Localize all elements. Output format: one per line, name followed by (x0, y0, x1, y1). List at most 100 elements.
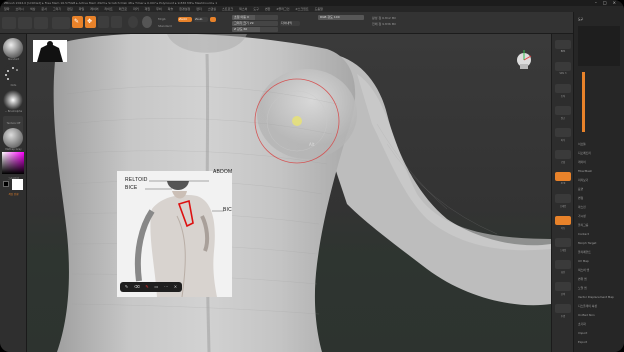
menu-item[interactable]: 색상 (30, 7, 36, 11)
menu-item[interactable]: 렌더 (196, 7, 202, 11)
palette-item[interactable]: 변위 맵 (578, 277, 587, 281)
mrgb-label[interactable]: Mrgb (158, 17, 166, 21)
shelf-button[interactable] (555, 282, 571, 291)
menu-item[interactable]: 파일 (79, 7, 85, 11)
pen-icon[interactable]: ✎ (125, 282, 128, 292)
palette-item[interactable]: 노멀 맵 (578, 286, 587, 290)
rotate-button[interactable] (111, 16, 122, 28)
scale-button[interactable] (98, 16, 109, 28)
zcut-button[interactable] (210, 17, 216, 22)
shelf-button[interactable] (555, 62, 571, 71)
menu-item[interactable]: 무비 (156, 7, 162, 11)
dynamic-button[interactable]: 다이내믹 (280, 21, 300, 26)
palette-item[interactable]: 마스킹 (578, 205, 586, 209)
main-color-swatch[interactable] (12, 179, 23, 190)
menu-item[interactable]: 편집 (67, 7, 73, 11)
menu-item[interactable]: 텍스처 (239, 7, 247, 11)
focal-shift-slider[interactable]: 초점 이동 0 (232, 15, 278, 20)
brush-thumbnail[interactable] (3, 38, 23, 58)
palette-item[interactable]: 디스플레이 속성 (578, 304, 597, 308)
close-icon[interactable]: × (174, 282, 177, 292)
navigation-gizmo[interactable] (515, 48, 533, 70)
menu-item[interactable]: 스텐실 (208, 7, 216, 11)
draw-button[interactable]: ✎ (72, 16, 83, 28)
right-shelf: BPR SPix 3 동적 원근 바닥 로컬 XYZ 프레임 이동 스케일 회전 선택 투명 (551, 34, 573, 352)
marker-icon[interactable]: ✎ (145, 282, 148, 292)
palette-item[interactable]: 폴리그룹 (578, 223, 588, 227)
palette-item[interactable]: 초기화 (578, 322, 586, 326)
palette-item[interactable]: 레이어 (578, 160, 586, 164)
shelf-button[interactable] (555, 238, 571, 247)
zadd-button[interactable]: Zadd (178, 17, 192, 22)
shelf-button[interactable] (555, 304, 571, 313)
stroke-thumbnail[interactable] (3, 64, 23, 84)
palette-item[interactable]: 텍스처 맵 (578, 268, 589, 272)
palette-item[interactable]: Export (578, 340, 587, 344)
palette-item[interactable]: Vector Displacement Map (578, 295, 614, 299)
switch-color-caption[interactable]: 색상 전환 (1, 192, 26, 196)
palette-item[interactable]: FiberMesh (578, 169, 592, 173)
shelf-button[interactable] (555, 106, 571, 115)
reference-thumbnail[interactable] (33, 40, 67, 62)
menu-item[interactable]: Z스크립트 (296, 7, 309, 11)
shelf-button[interactable] (555, 260, 571, 269)
menu-item[interactable]: 문서 (41, 7, 47, 11)
shelf-button[interactable] (555, 216, 571, 225)
palette-item[interactable]: 변형 (578, 196, 583, 200)
menu-item[interactable]: 브러시 (16, 7, 24, 11)
palette-item[interactable]: Unified Skin (578, 313, 595, 317)
brush-sphere-icon[interactable] (142, 16, 152, 28)
menu-item[interactable]: 라이트 (105, 7, 113, 11)
palette-item[interactable]: Morph Target (578, 241, 596, 245)
shelf-button[interactable] (555, 150, 571, 159)
menu-item[interactable]: 도움말 (315, 7, 323, 11)
material-thumbnail[interactable] (3, 128, 23, 148)
menu-item[interactable]: 도구 (253, 7, 259, 11)
menu-item[interactable]: 환경설정 (179, 7, 190, 11)
menu-item[interactable]: 스트로크 (222, 7, 233, 11)
move-button[interactable]: ✥ (85, 16, 96, 28)
eraser-icon[interactable]: ⌫ (134, 282, 140, 292)
menu-item[interactable]: 레이어 (90, 7, 98, 11)
palette-item[interactable]: 미리보기 (578, 178, 588, 182)
edit-button[interactable] (52, 17, 70, 29)
subtool-thumbnail[interactable] (578, 26, 620, 66)
color-picker[interactable] (2, 152, 24, 174)
menu-item[interactable]: 매크로 (119, 7, 127, 11)
menu-item[interactable]: 그리기 (53, 7, 61, 11)
shelf-button[interactable] (555, 172, 571, 181)
palette-scrollbar[interactable] (582, 72, 585, 132)
palette-item[interactable]: 폴리페인트 (578, 250, 591, 254)
menu-item[interactable]: 알파 (4, 7, 10, 11)
secondary-color-swatch[interactable] (3, 181, 9, 187)
quicksketch-button[interactable] (34, 17, 48, 29)
menu-item[interactable]: 변환 (265, 7, 271, 11)
projection-master-button[interactable] (18, 17, 32, 29)
ruler-icon[interactable]: ▭ (154, 282, 158, 292)
shelf-button[interactable] (555, 128, 571, 137)
shelf-button[interactable] (555, 84, 571, 93)
zsub-button[interactable]: Zsub (194, 17, 208, 22)
alpha-thumbnail[interactable] (3, 90, 23, 110)
palette-item[interactable]: Contact (578, 232, 589, 236)
menu-item[interactable]: 마커 (133, 7, 139, 11)
menu-item[interactable]: 재질 (145, 7, 151, 11)
canvas-viewport[interactable]: Alt (27, 34, 551, 352)
shelf-button[interactable] (555, 194, 571, 203)
menu-icon[interactable]: ⋯ (164, 282, 168, 292)
menu-item[interactable]: Z플러그인 (276, 7, 289, 11)
palette-item[interactable]: 표면 (578, 187, 583, 191)
palette-item[interactable]: 서브툴 (578, 142, 586, 146)
palette-item[interactable]: UV Map (578, 259, 589, 263)
shelf-button[interactable] (555, 40, 571, 49)
palette-item[interactable]: 지오메트리 (578, 151, 591, 155)
lightbox-button[interactable] (2, 17, 16, 29)
palette-item[interactable]: Import (578, 331, 587, 335)
menu-item[interactable]: 픽솔 (168, 7, 174, 11)
material-sphere-icon[interactable] (128, 16, 138, 28)
rgb-intensity-slider[interactable]: RGB 강도 100 (318, 15, 364, 20)
palette-item[interactable]: 가시성 (578, 214, 586, 218)
draw-size-slider[interactable]: 그리기 크기 29 (232, 21, 278, 26)
reference-image-window[interactable]: ABDOM RELTOID BICE BIC (117, 169, 232, 298)
z-intensity-slider[interactable]: Z 강도 60 (232, 27, 278, 32)
